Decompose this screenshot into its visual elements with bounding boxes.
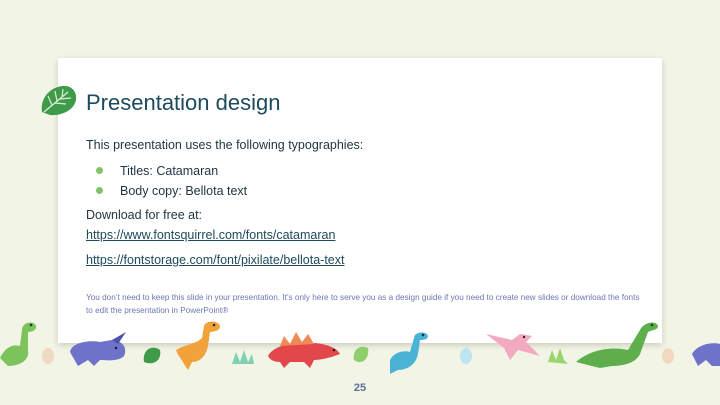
blue-brontosaurus-icon [390,332,428,374]
bellota-font-link[interactable]: https://fontstorage.com/font/pixilate/be… [86,253,344,267]
page-number: 25 [353,382,367,394]
list-item: Titles: Catamaran [96,163,247,183]
red-stegosaurus-icon [268,332,340,368]
dinosaur-border-decoration [0,321,720,374]
grass-icon [232,350,254,364]
monstera-leaf-icon [41,85,77,116]
grass-icon [548,348,568,364]
leaf-icon [353,346,369,363]
intro-text: This presentation uses the following typ… [86,138,364,152]
purple-triceratops-icon [692,343,720,366]
bullet-dot-icon [96,167,103,174]
bullet-dot-icon [96,187,103,194]
egg-icon [662,348,674,364]
list-item-text: Titles: Catamaran [120,164,219,178]
egg-icon [42,348,54,364]
catamaran-font-link[interactable]: https://www.fontsquirrel.com/fonts/catam… [86,228,335,242]
egg-icon [460,348,472,364]
pink-pterodactyl-icon [486,334,540,360]
download-label: Download for free at: [86,208,203,222]
green-dinosaur-icon [0,322,37,366]
purple-triceratops-icon [70,332,126,366]
page-title: Presentation design [86,90,281,115]
typography-list: Titles: Catamaran Body copy: Bellota tex… [96,163,247,203]
list-item: Body copy: Bellota text [96,183,247,203]
list-item-text: Body copy: Bellota text [120,184,248,198]
orange-trex-icon [176,321,221,370]
leaf-icon [143,347,161,364]
green-brontosaurus-icon [576,322,658,368]
